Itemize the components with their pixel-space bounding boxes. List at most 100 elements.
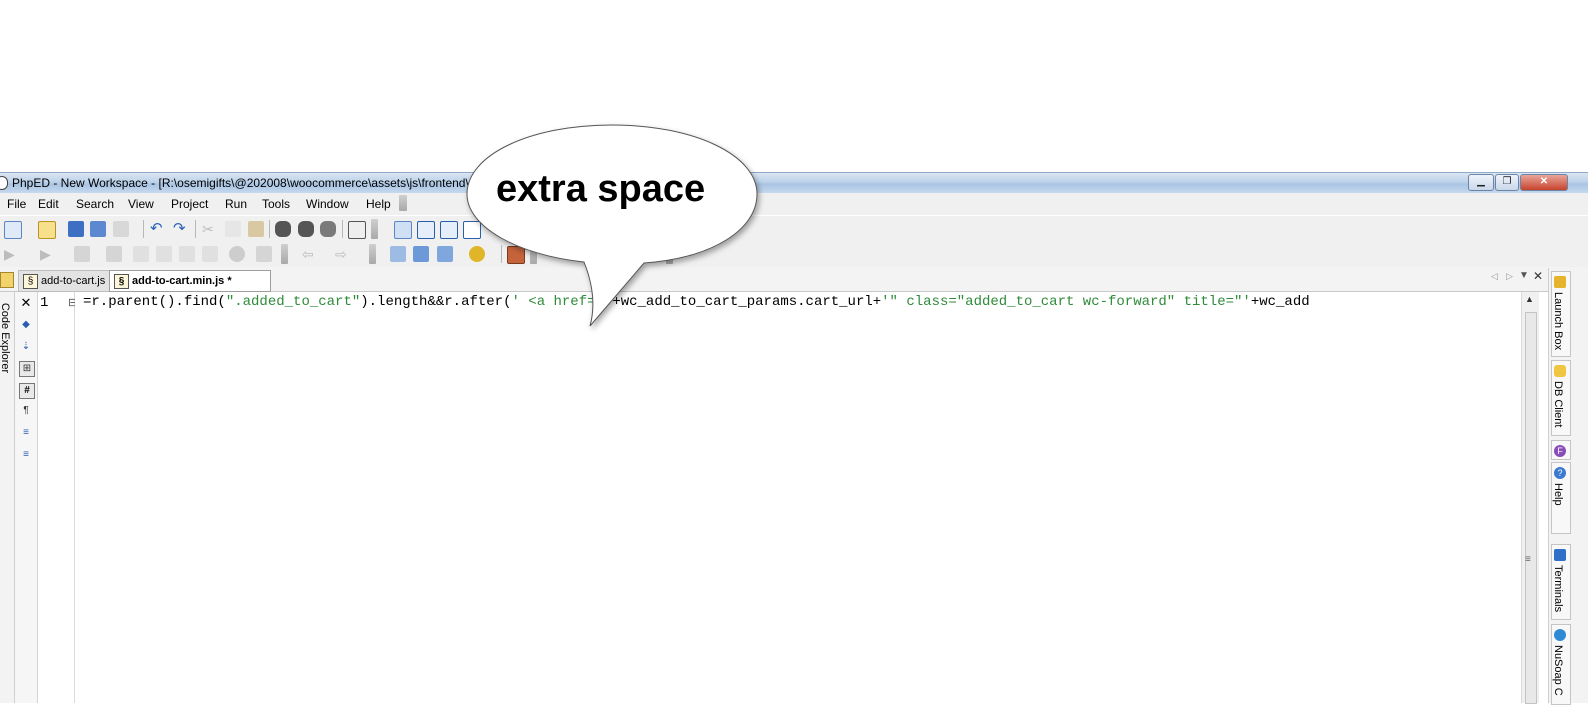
forward-icon[interactable]: ⇨ (335, 246, 351, 262)
outdent-icon[interactable]: ≡ (19, 448, 33, 462)
menu-tools[interactable]: Tools (262, 197, 290, 211)
terminals-label: Terminals (1552, 565, 1564, 613)
toggle-view-icon[interactable]: ⊞ (19, 361, 35, 377)
code-string: ".added_to_cart" (225, 294, 361, 310)
bookmark-prev-icon[interactable]: ◆ (19, 318, 33, 332)
save-icon[interactable] (68, 221, 84, 237)
php-file-icon: § (114, 274, 129, 289)
line-numbers-icon[interactable]: # (19, 383, 35, 399)
copy-icon[interactable] (225, 221, 241, 237)
menu-search[interactable]: Search (76, 197, 114, 211)
indent-icon[interactable]: ≡ (19, 426, 33, 440)
print-icon[interactable] (113, 221, 129, 237)
tab-label: add-to-cart.js (41, 275, 106, 287)
toolbar-grip-3[interactable] (369, 244, 376, 264)
scrollbar-thumb[interactable] (1525, 312, 1537, 704)
bookmark-next-icon[interactable]: ⇣ (19, 340, 33, 354)
code-editor[interactable]: =r.parent().find(".added_to_cart").lengt… (75, 292, 1520, 703)
toolbar-grip-2[interactable] (281, 244, 288, 264)
breakpoint-icon[interactable] (256, 246, 272, 262)
help-tab[interactable]: ? Help (1551, 462, 1571, 534)
menubar-grip[interactable] (399, 195, 407, 211)
close-editor-icon[interactable]: ✕ (19, 296, 33, 310)
f-tab[interactable]: F (1551, 440, 1571, 460)
browser-icon[interactable] (394, 221, 412, 239)
undo-icon[interactable]: ↶ (150, 221, 166, 237)
right-tool-panel: Launch Box DB Client F ? Help Terminals … (1548, 268, 1588, 705)
menu-view[interactable]: View (128, 197, 154, 211)
line-number-column: 1 ⊟ (38, 292, 77, 703)
speech-bubble-shape (466, 124, 758, 327)
close-button[interactable]: ✕ (1520, 174, 1568, 191)
tab-add-to-cart-min-js[interactable]: § add-to-cart.min.js * (109, 270, 271, 292)
new-file-icon[interactable] (4, 221, 22, 239)
edit-tool-icon[interactable] (413, 246, 429, 262)
menu-bar: File Edit Search View Project Run Tools … (0, 193, 1588, 215)
speech-bubble (466, 124, 758, 327)
php-file-icon: § (23, 274, 38, 289)
cut-icon[interactable]: ✂ (202, 221, 218, 237)
step-out-icon[interactable] (179, 246, 195, 262)
whitespace-icon[interactable]: ¶ (19, 404, 33, 418)
paste-icon[interactable] (248, 221, 264, 237)
run-icon[interactable]: ▶ (4, 246, 20, 262)
restore-button[interactable]: ❐ (1495, 174, 1519, 191)
app-icon (0, 176, 8, 190)
code-explorer-label: Code Explorer (0, 302, 12, 374)
minimize-button[interactable]: ▁ (1468, 174, 1494, 191)
menu-project[interactable]: Project (171, 197, 208, 211)
scroll-grip-icon: ≡ (1525, 554, 1531, 565)
form-icon[interactable] (417, 221, 435, 239)
debug-run-icon[interactable]: ▶ (40, 246, 56, 262)
code-token: +wc_add (1250, 294, 1310, 310)
step-over-icon[interactable] (156, 246, 172, 262)
menu-edit[interactable]: Edit (38, 197, 59, 211)
toolbar-main: ↶ ↷ ✂ (0, 216, 1588, 242)
save-all-icon[interactable] (90, 221, 106, 237)
editor-gutter: ✕ ◆ ⇣ ⊞ # ¶ ≡ ≡ (15, 292, 38, 703)
code-explorer-icon[interactable] (0, 272, 14, 288)
menu-help[interactable]: Help (366, 197, 391, 211)
step-into-icon[interactable] (133, 246, 149, 262)
scroll-up-icon[interactable]: ▲ (1525, 294, 1534, 304)
run-to-cursor-icon[interactable] (202, 246, 218, 262)
pause-icon[interactable] (106, 246, 122, 262)
layout-icon[interactable] (348, 221, 366, 239)
help-label: Help (1552, 483, 1564, 506)
nusoap-icon (1554, 629, 1566, 641)
find-next-icon[interactable] (298, 221, 314, 237)
step-icon[interactable] (74, 246, 90, 262)
back-icon[interactable]: ⇦ (302, 246, 318, 262)
tools-icon[interactable] (390, 246, 406, 262)
launch-box-label: Launch Box (1552, 292, 1564, 351)
close-tab-icon[interactable]: ✕ (1533, 269, 1543, 283)
fill-icon[interactable] (437, 246, 453, 262)
table-icon[interactable] (440, 221, 458, 239)
terminals-tab[interactable]: Terminals (1551, 544, 1571, 620)
callout-text: extra space (496, 168, 706, 210)
toolbar-debug: ▶ ▶ ⇦ ⇨ (0, 242, 1588, 267)
editor-tab-strip: § add-to-cart.js § add-to-cart.min.js * … (0, 267, 1588, 292)
stop-icon[interactable] (229, 246, 245, 262)
window-title-bar: PhpED - New Workspace - [R:\osemigifts\@… (0, 172, 1588, 193)
code-explorer-panel[interactable]: Code Explorer (0, 292, 15, 703)
launch-box-tab[interactable]: Launch Box (1551, 271, 1571, 357)
redo-icon[interactable]: ↷ (173, 221, 189, 237)
menu-file[interactable]: File (7, 197, 26, 211)
tab-label: add-to-cart.min.js * (132, 275, 232, 287)
code-token: =r.parent().find( (83, 294, 226, 310)
nusoap-label: NuSoap C (1552, 645, 1564, 696)
vertical-scrollbar[interactable]: ▲ ≡ (1521, 292, 1539, 704)
db-client-tab[interactable]: DB Client (1551, 360, 1571, 436)
replace-icon[interactable] (320, 221, 336, 237)
toolbar-grip[interactable] (371, 219, 378, 239)
menu-window[interactable]: Window (306, 197, 349, 211)
open-file-icon[interactable] (38, 221, 56, 239)
tab-list-icon[interactable]: ▼ (1519, 270, 1529, 281)
find-icon[interactable] (275, 221, 291, 237)
tab-scroll-right-icon[interactable]: ▷ (1506, 271, 1513, 282)
tab-scroll-left-icon[interactable]: ◁ (1491, 271, 1498, 282)
launch-box-icon (1554, 276, 1566, 288)
nusoap-tab[interactable]: NuSoap C (1551, 624, 1571, 705)
menu-run[interactable]: Run (225, 197, 247, 211)
